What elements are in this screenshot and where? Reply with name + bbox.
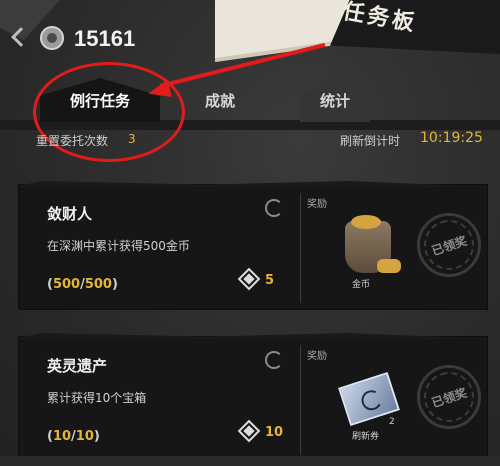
task-progress: (500/500) bbox=[47, 277, 118, 292]
refresh-icon[interactable] bbox=[265, 199, 283, 217]
delegation-label: 重置委托次数 bbox=[36, 134, 109, 148]
bottom-edge bbox=[0, 456, 500, 466]
task-progress: (10/10) bbox=[47, 429, 100, 444]
progress-total: 500 bbox=[84, 277, 112, 292]
divider bbox=[300, 193, 301, 303]
refresh-ticket-icon bbox=[337, 367, 400, 427]
divider bbox=[300, 345, 301, 455]
claimed-stamp: 已领奖 bbox=[417, 365, 481, 429]
reward-label: 奖励 bbox=[307, 351, 327, 362]
refresh-label: 刷新倒计时 bbox=[340, 134, 401, 148]
reward-label: 奖励 bbox=[307, 199, 327, 210]
refresh-countdown: 10:19:25 bbox=[420, 130, 483, 146]
coin-icon bbox=[40, 26, 64, 50]
currency-value: 15161 bbox=[74, 26, 136, 51]
tab-label: 统计 bbox=[319, 91, 350, 110]
delegation-count: 3 bbox=[128, 132, 136, 146]
refresh-icon[interactable] bbox=[265, 351, 283, 369]
reward-name: 金币 bbox=[352, 280, 371, 290]
task-description: 在深渊中累计获得500金币 bbox=[47, 239, 190, 253]
token-icon bbox=[237, 419, 261, 443]
task-title: 英灵遗产 bbox=[47, 357, 108, 375]
gold-coins bbox=[377, 259, 401, 273]
task-card[interactable]: 敛财人 在深渊中累计获得500金币 (500/500) 5 奖励 金币 已领奖 bbox=[18, 184, 488, 310]
task-description: 累计获得10个宝箱 bbox=[47, 391, 147, 405]
progress-current: 500 bbox=[52, 277, 81, 292]
claimed-stamp: 已领奖 bbox=[417, 213, 481, 277]
progress-current: 10 bbox=[52, 429, 72, 444]
token-icon bbox=[237, 267, 261, 291]
stamp-text: 已领奖 bbox=[417, 365, 481, 429]
token-count: 10 bbox=[265, 425, 284, 440]
reward-name: 刷新券 bbox=[352, 432, 380, 442]
tab-label: 成就 bbox=[204, 91, 235, 110]
task-title: 敛财人 bbox=[47, 205, 93, 223]
info-row: 重置委托次数 3 刷新倒计时 10:19:25 bbox=[0, 124, 500, 150]
stamp-text: 已领奖 bbox=[417, 213, 481, 277]
gold-bag-icon bbox=[337, 215, 401, 275]
bag-gold-top bbox=[351, 215, 381, 229]
task-card[interactable]: 英灵遗产 累计获得10个宝箱 (10/10) 10 奖励 2 刷新券 已领奖 bbox=[18, 336, 488, 462]
progress-total: 10 bbox=[75, 429, 94, 444]
reward-quantity: 2 bbox=[389, 417, 395, 427]
tab-achievements[interactable]: 成就 bbox=[190, 78, 250, 122]
token-count: 5 bbox=[265, 273, 275, 288]
